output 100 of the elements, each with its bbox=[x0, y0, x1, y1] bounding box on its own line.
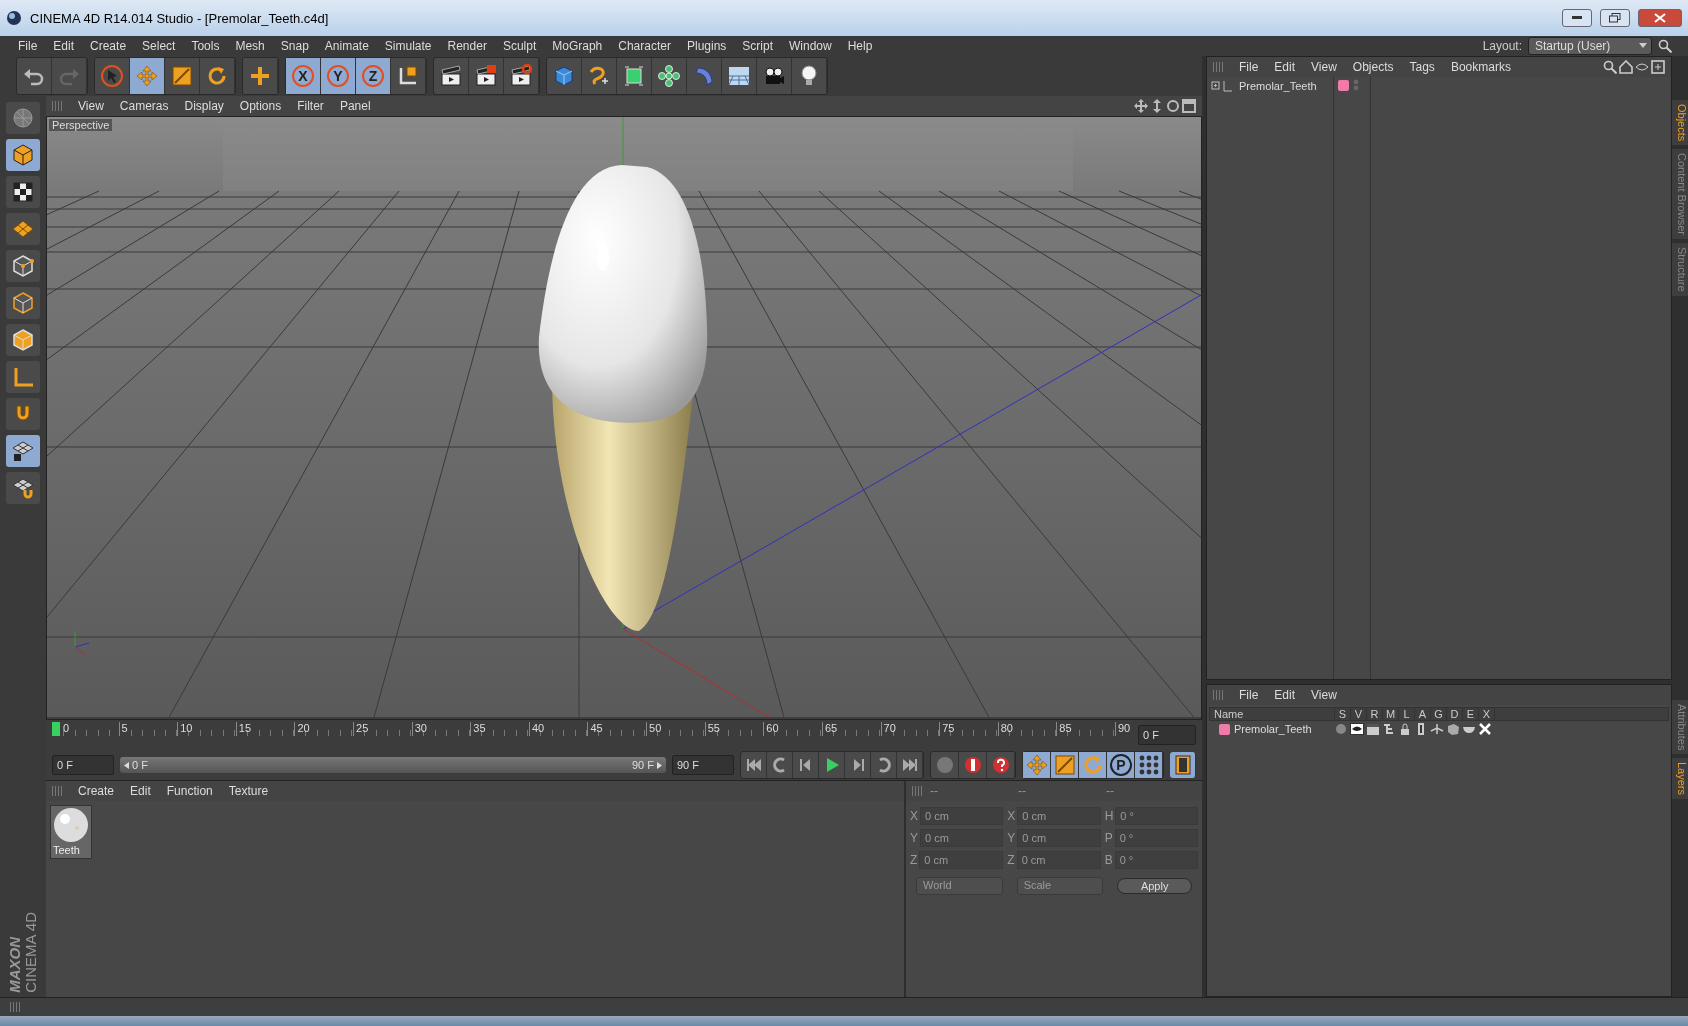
visibility-dots-icon[interactable] bbox=[1353, 79, 1359, 91]
axis-label: Z bbox=[910, 853, 918, 867]
menu-item[interactable]: Plugins bbox=[678, 39, 735, 53]
window-icon[interactable] bbox=[1182, 99, 1196, 113]
range-end-label: 90 F bbox=[632, 759, 654, 771]
key-tool-button[interactable] bbox=[1023, 752, 1051, 778]
menu-item[interactable]: Create bbox=[70, 784, 123, 798]
menu-item[interactable]: Animate bbox=[316, 39, 377, 53]
x-icon[interactable] bbox=[1478, 723, 1492, 735]
timeline-tick: 35 bbox=[470, 722, 529, 736]
clapperboard-icon[interactable] bbox=[1366, 723, 1380, 735]
timeline-tick: 15 bbox=[235, 722, 295, 736]
side-tab[interactable]: Layers bbox=[1672, 758, 1688, 800]
timeline-tick: 50 bbox=[646, 722, 705, 736]
toolbar-button[interactable]: Y bbox=[321, 58, 356, 94]
clapperboard-gear-icon bbox=[509, 64, 533, 88]
end-field[interactable]: 90 F bbox=[672, 755, 734, 775]
menu-item[interactable]: File bbox=[1231, 688, 1267, 702]
skip-end-icon bbox=[900, 756, 919, 774]
tool-button[interactable] bbox=[6, 139, 40, 171]
menu-item[interactable]: Character bbox=[610, 39, 679, 53]
caret-icon bbox=[1639, 43, 1647, 48]
layout-dropdown[interactable]: Startup (User) bbox=[1528, 37, 1652, 55]
menu-item[interactable]: Edit bbox=[122, 784, 159, 798]
start-field[interactable]: 0 F bbox=[52, 755, 114, 775]
menu-item[interactable]: Window bbox=[781, 39, 840, 53]
menu-item[interactable]: Cameras bbox=[111, 99, 177, 113]
new-window-icon[interactable] bbox=[1651, 60, 1665, 74]
menu-item[interactable]: View bbox=[1303, 688, 1345, 702]
menu-item[interactable]: Options bbox=[231, 99, 290, 113]
timeline-tick: 45 bbox=[587, 722, 647, 736]
right-arrow-icon bbox=[657, 761, 662, 769]
search-icon[interactable] bbox=[1658, 39, 1672, 53]
hierarchy-icon[interactable] bbox=[1382, 723, 1396, 735]
tool-button[interactable] bbox=[6, 176, 40, 208]
axis-label: Y bbox=[910, 831, 918, 845]
menu-item[interactable]: View bbox=[70, 99, 112, 113]
menu-item[interactable]: Sculpt bbox=[494, 39, 545, 53]
menu-item[interactable]: MoGraph bbox=[544, 39, 611, 53]
viewport-drawing[interactable] bbox=[47, 117, 1201, 717]
menu-item[interactable]: Snap bbox=[272, 39, 317, 53]
menu-item[interactable]: Panel bbox=[331, 99, 379, 113]
menu-item[interactable]: Edit bbox=[1266, 688, 1304, 702]
tool-button[interactable] bbox=[6, 435, 40, 467]
checker-icon bbox=[11, 180, 35, 204]
move-arrows-icon[interactable] bbox=[1134, 99, 1148, 113]
layer-name[interactable]: Premolar_Teeth bbox=[1234, 723, 1312, 735]
close-button[interactable] bbox=[1638, 9, 1682, 27]
minimize-button[interactable] bbox=[1562, 9, 1592, 27]
timeline-tick: 30 bbox=[411, 722, 471, 736]
menu-item[interactable]: Edit bbox=[45, 39, 83, 53]
menu-item[interactable]: Edit bbox=[1266, 60, 1304, 74]
menu-item[interactable]: File bbox=[10, 39, 46, 53]
lock-icon[interactable] bbox=[1398, 723, 1412, 735]
key-tool-button[interactable]: P bbox=[1107, 752, 1135, 778]
shaded-cube-icon[interactable] bbox=[1446, 723, 1460, 735]
side-tab[interactable]: Objects bbox=[1672, 100, 1688, 146]
menu-item[interactable]: Simulate bbox=[376, 39, 440, 53]
eye-icon[interactable] bbox=[1350, 723, 1364, 735]
toolbar-button[interactable]: Z bbox=[356, 58, 391, 94]
frame-field[interactable]: 0 F bbox=[1138, 725, 1196, 745]
timeline-button[interactable] bbox=[1170, 752, 1196, 778]
dot-icon[interactable] bbox=[1334, 723, 1348, 735]
tool-button[interactable] bbox=[6, 250, 40, 282]
rotate-icon[interactable] bbox=[1166, 99, 1180, 113]
menu-item[interactable]: Tools bbox=[183, 39, 228, 53]
tool-button[interactable] bbox=[6, 472, 40, 504]
gizmo-icon[interactable] bbox=[1430, 723, 1444, 735]
material-swatch[interactable]: Teeth bbox=[50, 805, 92, 859]
menu-item[interactable]: Tags bbox=[1401, 60, 1443, 74]
grid-magnet-icon bbox=[11, 476, 35, 500]
layer-color-tag[interactable] bbox=[1338, 79, 1349, 91]
toolbar-button[interactable]: X bbox=[286, 58, 321, 94]
axis-label: X bbox=[910, 809, 918, 823]
column-header: X bbox=[1479, 708, 1495, 720]
menu-item[interactable]: Mesh bbox=[227, 39, 273, 53]
preview-range-bar[interactable]: 0 F 90 F bbox=[120, 757, 666, 773]
menu-item[interactable]: View bbox=[1303, 60, 1345, 74]
key-tool-button[interactable] bbox=[1051, 752, 1079, 778]
toolbar-button[interactable] bbox=[130, 58, 165, 94]
menu-item[interactable]: Select bbox=[134, 39, 184, 53]
menu-item[interactable]: Help bbox=[839, 39, 881, 53]
layer-color-tag[interactable] bbox=[1219, 723, 1230, 735]
menu-item[interactable]: Create bbox=[82, 39, 135, 53]
search-icon[interactable] bbox=[1603, 60, 1617, 74]
menu-item[interactable]: Texture bbox=[220, 784, 277, 798]
menu-item[interactable]: Filter bbox=[289, 99, 332, 113]
menu-item[interactable]: Display bbox=[176, 99, 232, 113]
home-icon[interactable] bbox=[1619, 60, 1633, 74]
key-tool-button[interactable] bbox=[1135, 752, 1163, 778]
menu-item[interactable]: Bookmarks bbox=[1442, 60, 1519, 74]
restore-button[interactable] bbox=[1600, 9, 1630, 27]
key-tool-button[interactable] bbox=[1079, 752, 1107, 778]
object-row[interactable]: Premolar_Teeth bbox=[1211, 79, 1329, 93]
menu-item[interactable]: File bbox=[1231, 60, 1267, 74]
tool-button[interactable] bbox=[6, 324, 40, 356]
menu-item[interactable]: Objects bbox=[1344, 60, 1402, 74]
menu-item[interactable]: Script bbox=[734, 39, 781, 53]
menu-item[interactable]: Render bbox=[439, 39, 495, 53]
menu-item[interactable]: Function bbox=[158, 784, 221, 798]
